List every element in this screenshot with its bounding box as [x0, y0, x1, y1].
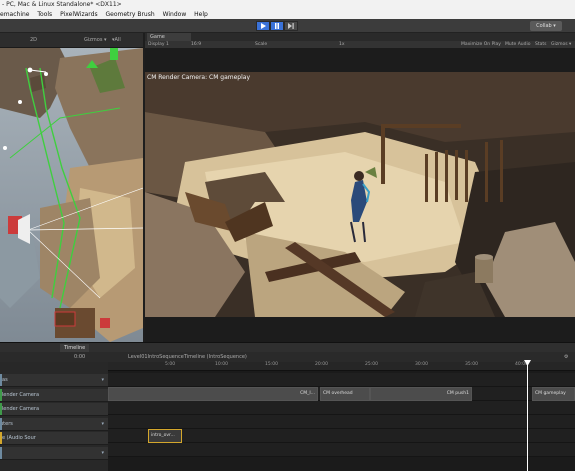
clip-cm-gameplay[interactable]: CM gameplay	[532, 387, 575, 401]
track-color-bar	[0, 389, 2, 401]
playhead[interactable]	[527, 362, 528, 471]
tab-game[interactable]: Game	[147, 33, 191, 41]
clip-cm-intro[interactable]: CM_I...	[108, 387, 318, 401]
collapse-icon[interactable]: ▾	[101, 447, 104, 459]
lane-audio[interactable]: intro_ovr...	[108, 429, 575, 443]
game-tab-strip: Game	[145, 33, 575, 41]
lane-render-camera-1[interactable]: CM_I... CM overhead CM push1 CM gameplay	[108, 387, 575, 401]
timeline-ruler[interactable]: 5:00 10:00 15:00 20:00 25:00 30:00 35:00…	[108, 362, 575, 371]
track-color-bar	[0, 432, 2, 444]
menu-cinemachine[interactable]: emachine	[0, 11, 29, 18]
track-label: Render Camera	[0, 406, 40, 412]
scale-value: 1x	[339, 42, 345, 47]
tick-label: 15:00	[265, 362, 278, 367]
menu-geometry-brush[interactable]: Geometry Brush	[106, 11, 155, 18]
lane-empty[interactable]	[108, 443, 575, 457]
timeline-lanes: CM_I... CM overhead CM push1 CM gameplay…	[108, 371, 575, 471]
track-color-bar	[0, 403, 2, 415]
stats-toggle[interactable]: Stats	[535, 41, 547, 48]
aspect-dropdown[interactable]: 16:9	[191, 41, 201, 48]
track-list: ras ▾ Render Camera Render Camera uters …	[0, 362, 108, 471]
menubar: emachine Tools PixelWizards Geometry Bru…	[0, 10, 575, 19]
scene-view[interactable]	[0, 48, 143, 342]
tick-label: 35:00	[465, 362, 478, 367]
clip-cm-push[interactable]: CM push1	[370, 387, 472, 401]
scene-toolbar: 2D Gizmos ▾ ▾All	[0, 33, 143, 48]
sequence-name: Level01IntroSequenceTimeline (IntroSeque…	[128, 354, 247, 360]
track-label: Render Camera	[0, 392, 40, 398]
menu-help[interactable]: Help	[194, 11, 208, 18]
game-tab-label: Game	[150, 34, 165, 40]
tick-label: 25:00	[365, 362, 378, 367]
clip-label: CM gameplay	[535, 391, 566, 396]
pause-button[interactable]	[270, 21, 284, 31]
clip-label: CM push1	[446, 391, 469, 396]
frame-counter[interactable]: 0:00	[74, 352, 85, 362]
track-header-render-camera-1[interactable]: Render Camera	[0, 389, 108, 402]
tab-timeline[interactable]: Timeline	[60, 344, 90, 352]
timeline-settings-icon[interactable]: ⚙	[564, 352, 568, 362]
window-title: - PC, Mac & Linux Standalone* <DX11>	[0, 0, 575, 10]
menu-window[interactable]: Window	[163, 11, 187, 18]
track-header-characters[interactable]: uters ▾	[0, 418, 108, 431]
game-view[interactable]	[145, 72, 575, 317]
tick-label: 5:00	[165, 362, 176, 367]
tick-label: 20:00	[315, 362, 328, 367]
track-label: re (Audio Sour	[0, 435, 36, 441]
track-header-empty[interactable]: ▾	[0, 447, 108, 460]
step-button[interactable]	[284, 21, 298, 31]
collab-button[interactable]: Collab ▾	[530, 21, 562, 31]
game-render	[145, 72, 575, 317]
clip-cm-overhead[interactable]: CM overhead	[320, 387, 370, 401]
scene-render	[0, 48, 143, 342]
track-header-audio[interactable]: re (Audio Sour	[0, 432, 108, 445]
clip-label: CM overhead	[323, 391, 353, 396]
menu-tools[interactable]: Tools	[37, 11, 52, 18]
display-dropdown[interactable]: Display 1	[148, 41, 169, 48]
scene-gizmos-dropdown[interactable]: Gizmos ▾	[84, 37, 107, 43]
step-icon	[288, 23, 294, 29]
lane-render-camera-2[interactable]	[108, 401, 575, 415]
main-toolbar: Collab ▾	[0, 19, 575, 33]
camera-overlay-label: CM Render Camera: CM gameplay	[147, 74, 251, 81]
pause-icon	[275, 23, 279, 29]
timeline-tab-strip: Timeline	[0, 342, 575, 352]
collapse-icon[interactable]: ▾	[101, 418, 104, 430]
maximize-on-play-toggle[interactable]: Maximize On Play	[461, 41, 501, 48]
tick-label: 30:00	[415, 362, 428, 367]
scene-2d-toggle[interactable]: 2D	[30, 37, 37, 43]
track-header-render-camera-2[interactable]: Render Camera	[0, 403, 108, 416]
game-toolbar: Display 1 16:9 Scale 1x Maximize On Play…	[145, 41, 575, 48]
tick-label: 10:00	[215, 362, 228, 367]
lane-cameras[interactable]	[108, 373, 575, 387]
play-icon	[261, 23, 266, 29]
menu-pixelwizards[interactable]: PixelWizards	[60, 11, 97, 18]
track-color-bar	[0, 447, 2, 459]
clip-label: intro_ovr...	[151, 433, 175, 438]
lane-characters[interactable]	[108, 415, 575, 429]
scale-label: Scale	[255, 42, 268, 47]
play-controls	[256, 21, 298, 31]
timeline-controls: 0:00 Level01IntroSequenceTimeline (Intro…	[0, 352, 575, 362]
timeline-tab-label: Timeline	[64, 345, 86, 351]
gizmos-dropdown[interactable]: Gizmos ▾	[551, 41, 571, 48]
mute-audio-toggle[interactable]: Mute Audio	[505, 41, 531, 48]
collapse-icon[interactable]: ▾	[101, 374, 104, 386]
track-color-bar	[0, 374, 2, 386]
clip-label: CM_I...	[300, 391, 315, 396]
track-color-bar	[0, 418, 2, 430]
track-header-cameras[interactable]: ras ▾	[0, 374, 108, 387]
scene-search[interactable]: ▾All	[112, 37, 121, 43]
play-button[interactable]	[256, 21, 270, 31]
clip-audio[interactable]: intro_ovr...	[148, 429, 182, 443]
